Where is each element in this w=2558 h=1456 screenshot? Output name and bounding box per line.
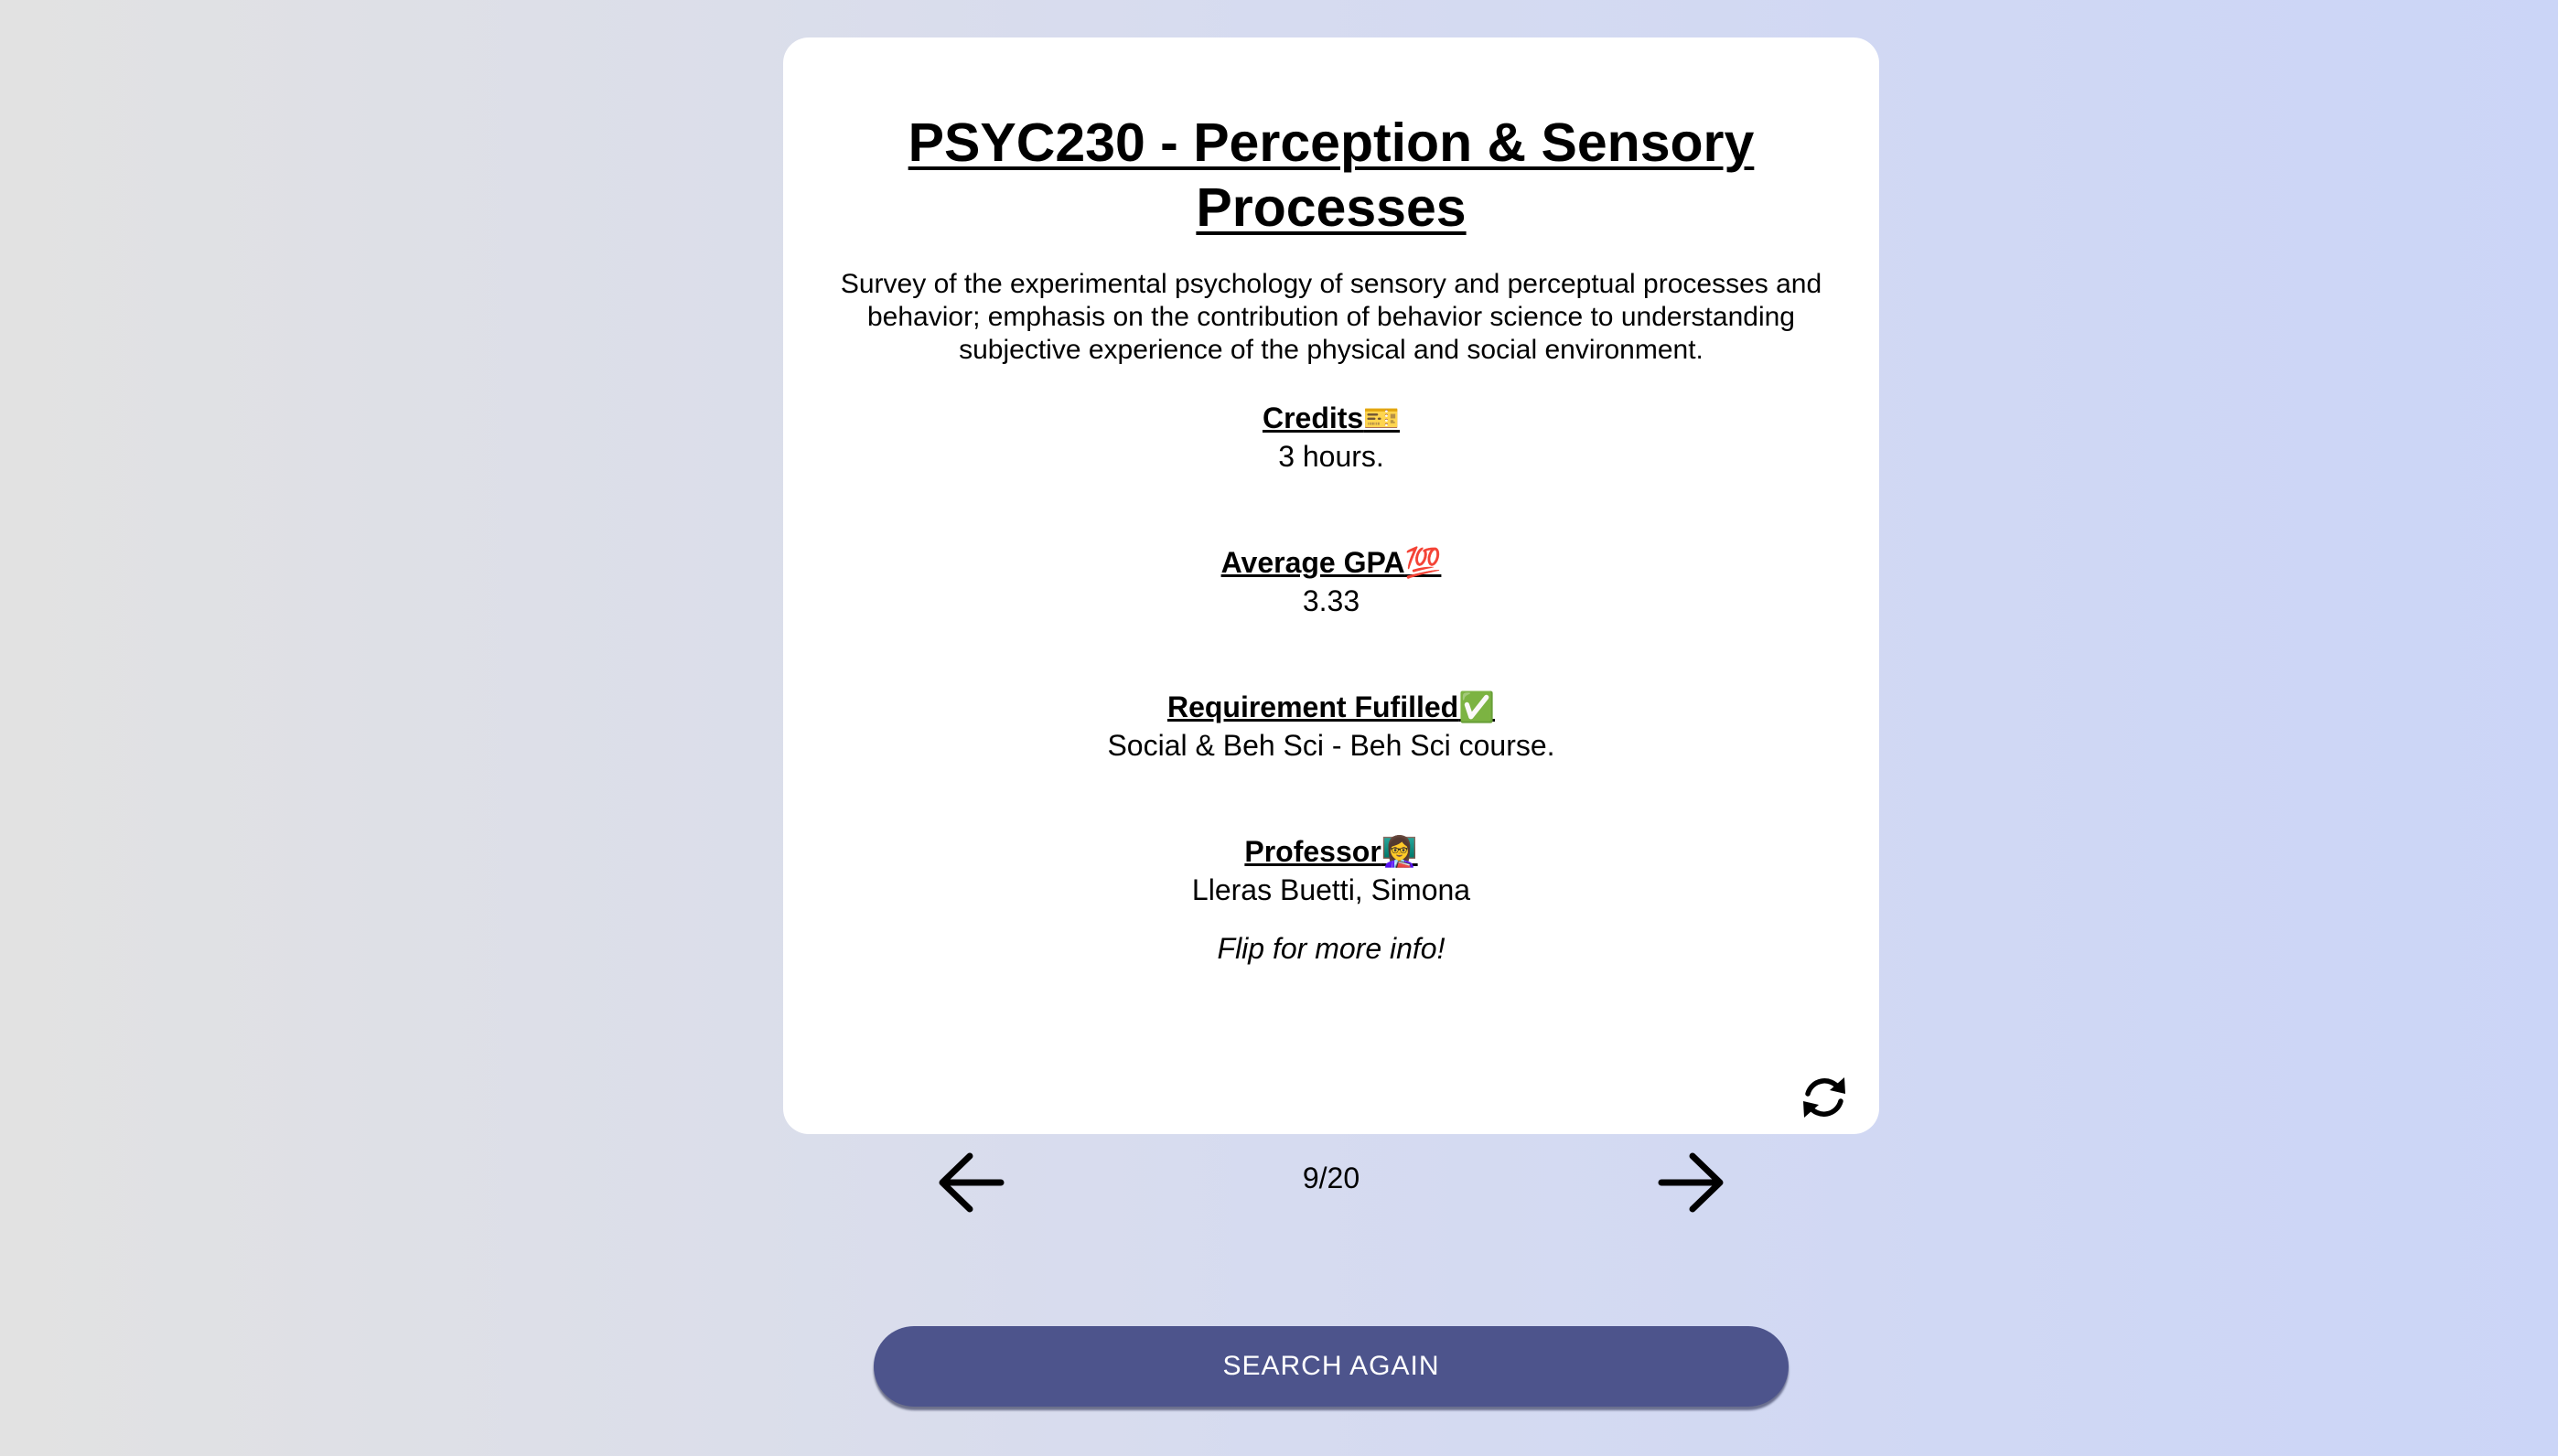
credits-value: 3 hours.	[1278, 440, 1384, 473]
hundred-points-icon: 💯	[1404, 546, 1442, 579]
gpa-section: Average GPA💯 3.33	[820, 544, 1843, 621]
course-card: PSYC230 - Perception & Sensory Processes…	[783, 37, 1879, 1134]
next-card-button[interactable]	[1656, 1151, 1725, 1215]
search-again-button[interactable]: SEARCH AGAIN	[874, 1326, 1789, 1407]
professor-label: Professor	[1244, 835, 1381, 868]
requirement-label: Requirement Fufilled	[1166, 691, 1459, 723]
course-title: PSYC230 - Perception & Sensory Processes	[908, 112, 1755, 238]
check-mark-icon: ✅	[1458, 691, 1496, 723]
ticket-icon: 🎫	[1363, 401, 1401, 434]
flip-note: Flip for more info!	[1217, 932, 1446, 965]
refresh-icon	[1803, 1077, 1845, 1118]
arrow-right-icon	[1658, 1152, 1724, 1213]
teacher-icon: 👩‍🏫	[1381, 835, 1418, 868]
card-navigation: 9/20	[783, 1134, 1879, 1229]
requirement-section: Requirement Fufilled✅ Social & Beh Sci -…	[820, 689, 1843, 765]
credits-section: Credits🎫 3 hours.	[820, 400, 1843, 476]
gpa-value: 3.33	[1302, 584, 1360, 617]
professor-section: Professor👩‍🏫 Lleras Buetti, Simona	[820, 833, 1843, 910]
gpa-label: Average GPA	[1220, 546, 1405, 579]
credits-label: Credits	[1262, 401, 1364, 434]
professor-value: Lleras Buetti, Simona	[1191, 873, 1471, 906]
requirement-value: Social & Beh Sci - Beh Sci course.	[1107, 729, 1555, 762]
course-description: Survey of the experimental psychology of…	[840, 269, 1822, 365]
flip-card-button[interactable]	[1797, 1070, 1852, 1125]
